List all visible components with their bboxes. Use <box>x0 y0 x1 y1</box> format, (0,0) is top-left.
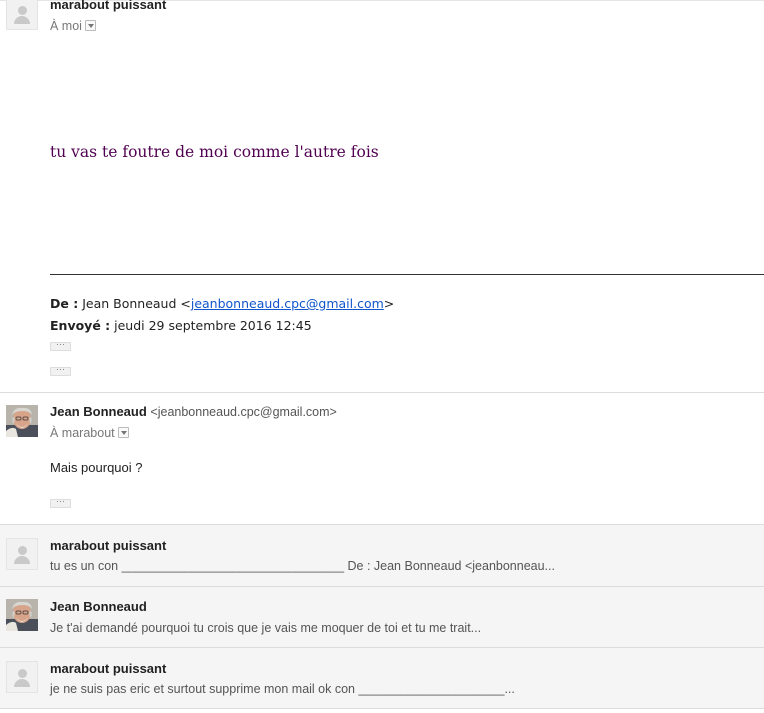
sent-label: Envoyé : <box>50 318 111 333</box>
sender-name[interactable]: Jean Bonneaud <jeanbonneaud.cpc@gmail.co… <box>50 404 337 419</box>
chevron-down-icon[interactable] <box>84 20 96 31</box>
default-avatar <box>6 661 38 693</box>
from-email-link[interactable]: jeanbonneaud.cpc@gmail.com <box>191 296 384 311</box>
avatar[interactable] <box>6 405 38 437</box>
sender-email: <jeanbonneaud.cpc@gmail.com> <box>150 405 337 419</box>
message-body: Mais pourquoi ? <box>50 460 143 475</box>
quote-separator <box>50 274 764 275</box>
default-avatar[interactable] <box>6 0 38 30</box>
from-name: Jean Bonneaud < <box>82 296 191 311</box>
message-divider <box>0 392 764 393</box>
show-trimmed-content-button[interactable]: ··· <box>50 342 71 351</box>
default-avatar <box>6 538 38 570</box>
sent-value: jeudi 29 septembre 2016 12:45 <box>114 318 312 333</box>
chevron-down-icon[interactable] <box>117 427 129 438</box>
from-close: > <box>383 296 395 311</box>
message-snippet: tu es un con ___________________________… <box>50 559 555 573</box>
sender-name: Jean Bonneaud <box>50 599 147 614</box>
recipient-line[interactable]: À moi <box>50 19 96 33</box>
from-label: De : <box>50 296 79 311</box>
sender-name: marabout puissant <box>50 661 167 676</box>
recipient-label: À marabout <box>50 426 115 440</box>
message-snippet: Je t'ai demandé pourquoi tu crois que je… <box>50 621 482 635</box>
recipient-line[interactable]: À marabout <box>50 426 129 440</box>
show-trimmed-content-button[interactable]: ··· <box>50 367 71 376</box>
avatar <box>6 599 38 631</box>
show-trimmed-content-button[interactable]: ··· <box>50 499 71 508</box>
quoted-from-line: De : Jean Bonneaud <jeanbonneaud.cpc@gma… <box>50 296 394 311</box>
quoted-sent-line: Envoyé : jeudi 29 septembre 2016 12:45 <box>50 318 312 333</box>
sender-name: marabout puissant <box>50 538 167 553</box>
recipient-label: À moi <box>50 19 82 33</box>
sender-label: Jean Bonneaud <box>50 404 147 419</box>
message-snippet: je ne suis pas eric et surtout supprime … <box>50 682 515 696</box>
collapsed-message[interactable]: marabout puissant je ne suis pas eric et… <box>0 647 764 709</box>
message-body: tu vas te foutre de moi comme l'autre fo… <box>50 143 379 161</box>
collapsed-message[interactable]: Jean Bonneaud Je t'ai demandé pourquoi t… <box>0 586 764 647</box>
sender-name[interactable]: marabout puissant <box>50 0 166 12</box>
collapsed-message[interactable]: marabout puissant tu es un con _________… <box>0 524 764 586</box>
